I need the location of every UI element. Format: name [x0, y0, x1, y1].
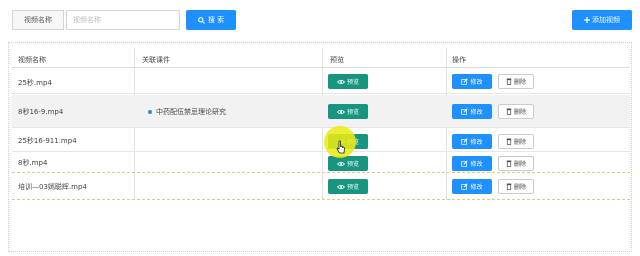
preview-button[interactable]: 预览	[328, 156, 368, 171]
delete-label: 删除	[513, 161, 526, 168]
bullet-icon	[148, 110, 152, 114]
column-header-preview: 预览	[330, 56, 344, 64]
column-header-actions: 操作	[452, 56, 466, 64]
header-divider	[12, 67, 630, 68]
search-input[interactable]	[66, 10, 180, 30]
trash-icon	[506, 78, 512, 85]
trash-icon	[506, 160, 512, 167]
video-name: 培训—03嫣聪辉.mp4	[18, 183, 87, 191]
table-row: 25秒.mp4 预览 修改 删除	[12, 70, 630, 94]
edit-label: 修改	[470, 139, 483, 146]
delete-label: 删除	[513, 109, 526, 116]
search-button[interactable]: 搜 索	[186, 10, 236, 30]
edit-icon	[461, 183, 469, 190]
trash-icon	[506, 108, 512, 115]
table-row: 培训—03嫣聪辉.mp4 预览 修改 删除	[12, 174, 630, 200]
delete-button[interactable]: 删除	[498, 74, 534, 89]
video-name: 8秒.mp4	[18, 159, 48, 167]
preview-button[interactable]: 预览	[328, 104, 368, 119]
column-header-video-name: 视频名称	[18, 56, 46, 64]
linked-course: 中药配伍禁忌理论研究	[148, 107, 226, 117]
pointer-cursor-icon	[336, 140, 346, 154]
edit-button[interactable]: 修改	[452, 74, 492, 89]
trash-icon	[506, 138, 512, 145]
eye-icon	[336, 109, 345, 115]
plus-icon	[584, 17, 590, 23]
preview-button[interactable]: 预览	[328, 179, 368, 194]
delete-button[interactable]: 删除	[498, 179, 534, 194]
preview-label: 预览	[346, 109, 359, 116]
eye-icon	[336, 161, 345, 167]
table-row: 25秒16-911.mp4 预览 修改 删除	[12, 129, 630, 152]
eye-icon	[336, 79, 345, 85]
edit-button[interactable]: 修改	[452, 179, 492, 194]
delete-label: 删除	[513, 184, 526, 191]
video-name: 25秒.mp4	[18, 79, 52, 87]
edit-button[interactable]: 修改	[452, 156, 492, 171]
preview-label: 预览	[346, 79, 359, 86]
edit-label: 修改	[470, 184, 483, 191]
edit-label: 修改	[470, 79, 483, 86]
video-name: 8秒16-9.mp4	[18, 108, 64, 116]
preview-label: 预览	[346, 161, 359, 168]
search-field-label: 视频名称	[12, 10, 64, 30]
edit-icon	[461, 138, 469, 145]
linked-course-label: 中药配伍禁忌理论研究	[156, 108, 226, 116]
delete-label: 删除	[513, 139, 526, 146]
edit-label: 修改	[470, 161, 483, 168]
search-button-label: 搜 索	[207, 16, 225, 24]
search-icon	[198, 16, 205, 24]
table-row: 8秒.mp4 预览 修改 删除	[12, 153, 630, 173]
edit-button[interactable]: 修改	[452, 134, 492, 149]
add-video-label: 添加视频	[592, 16, 620, 24]
edit-label: 修改	[470, 109, 483, 116]
edit-button[interactable]: 修改	[452, 104, 492, 119]
preview-button[interactable]: 预览	[328, 74, 368, 89]
add-video-button[interactable]: 添加视频	[572, 10, 632, 30]
edit-icon	[461, 78, 469, 85]
eye-icon	[336, 184, 345, 190]
table-row: 8秒16-9.mp4 中药配伍禁忌理论研究 预览 修改 删除	[12, 95, 630, 128]
trash-icon	[506, 183, 512, 190]
delete-button[interactable]: 删除	[498, 104, 534, 119]
delete-label: 删除	[513, 79, 526, 86]
delete-button[interactable]: 删除	[498, 134, 534, 149]
edit-icon	[461, 108, 469, 115]
video-name: 25秒16-911.mp4	[18, 137, 77, 145]
preview-label: 预览	[346, 184, 359, 191]
edit-icon	[461, 160, 469, 167]
delete-button[interactable]: 删除	[498, 156, 534, 171]
column-header-course: 关联课件	[142, 56, 170, 64]
